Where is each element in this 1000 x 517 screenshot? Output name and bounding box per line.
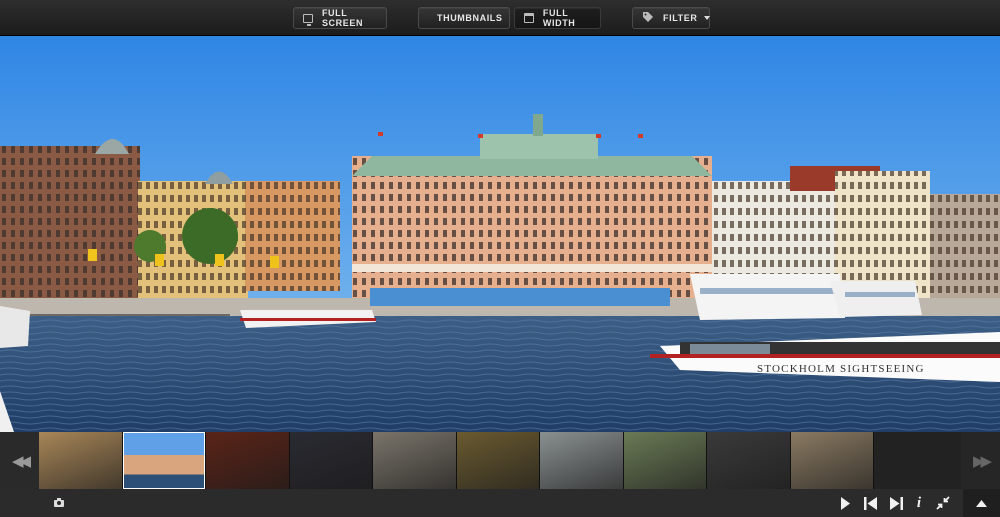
camera-icon bbox=[54, 497, 64, 507]
toggle-panel-button[interactable] bbox=[963, 489, 1000, 517]
bottom-controls: i bbox=[0, 489, 1000, 517]
info-button[interactable]: i bbox=[913, 489, 925, 517]
double-chevron-left-icon: ◀◀ bbox=[11, 452, 31, 470]
full-screen-button[interactable]: FULL SCREEN bbox=[293, 7, 387, 29]
full-width-button[interactable]: FULL WIDTH bbox=[514, 7, 601, 29]
thumbnail-list bbox=[39, 432, 961, 489]
thumbnail-vinyl-record[interactable] bbox=[289, 432, 373, 489]
double-chevron-right-icon: ▶▶ bbox=[972, 452, 992, 470]
full-screen-label: FULL SCREEN bbox=[321, 8, 364, 28]
thumbnails-button[interactable]: THUMBNAILS bbox=[418, 7, 510, 29]
thumbnail-pen-paper[interactable] bbox=[790, 432, 874, 489]
main-photo[interactable]: STOCKHOLM SIGHTSEEING bbox=[0, 36, 1000, 432]
thumbnail-sunset-water[interactable] bbox=[456, 432, 540, 489]
monitor-icon bbox=[303, 13, 313, 26]
thumbnail-desert-tree[interactable] bbox=[39, 432, 123, 489]
filter-label: FILTER bbox=[663, 13, 698, 23]
next-image-button[interactable] bbox=[888, 489, 904, 517]
skip-previous-icon bbox=[863, 496, 877, 510]
tag-icon bbox=[642, 11, 654, 26]
info-icon: i bbox=[916, 494, 922, 511]
camera-button[interactable] bbox=[50, 489, 68, 517]
play-button[interactable] bbox=[838, 489, 852, 517]
previous-image-button[interactable] bbox=[862, 489, 878, 517]
collapse-button[interactable] bbox=[934, 489, 952, 517]
collapse-icon bbox=[936, 496, 950, 510]
chevron-down-icon bbox=[704, 16, 711, 20]
skip-next-icon bbox=[889, 496, 903, 510]
top-toolbar: FULL SCREEN THUMBNAILS FULL WIDTH FILTER bbox=[0, 0, 1000, 36]
thumbnail-strip: ◀◀ ▶▶ bbox=[0, 432, 1000, 489]
play-icon bbox=[841, 496, 850, 510]
thumbnail-sheet-music[interactable] bbox=[373, 432, 457, 489]
thumbnail-machu-picchu[interactable] bbox=[623, 432, 707, 489]
thumbnail-violin[interactable] bbox=[206, 432, 290, 489]
thumbnail-piano-keys[interactable] bbox=[707, 432, 791, 489]
full-width-label: FULL WIDTH bbox=[542, 8, 576, 28]
previous-page-button[interactable]: ◀◀ bbox=[0, 432, 39, 489]
thumbnail-stockholm[interactable] bbox=[122, 432, 206, 489]
next-page-button[interactable]: ▶▶ bbox=[961, 432, 1000, 489]
boat-name-text: STOCKHOLM SIGHTSEEING bbox=[757, 363, 925, 375]
chevron-up-icon bbox=[976, 499, 987, 507]
thumbnails-label: THUMBNAILS bbox=[437, 13, 503, 23]
window-icon bbox=[524, 13, 534, 23]
thumbnail-city-monument[interactable] bbox=[540, 432, 624, 489]
filter-button[interactable]: FILTER bbox=[632, 7, 711, 29]
